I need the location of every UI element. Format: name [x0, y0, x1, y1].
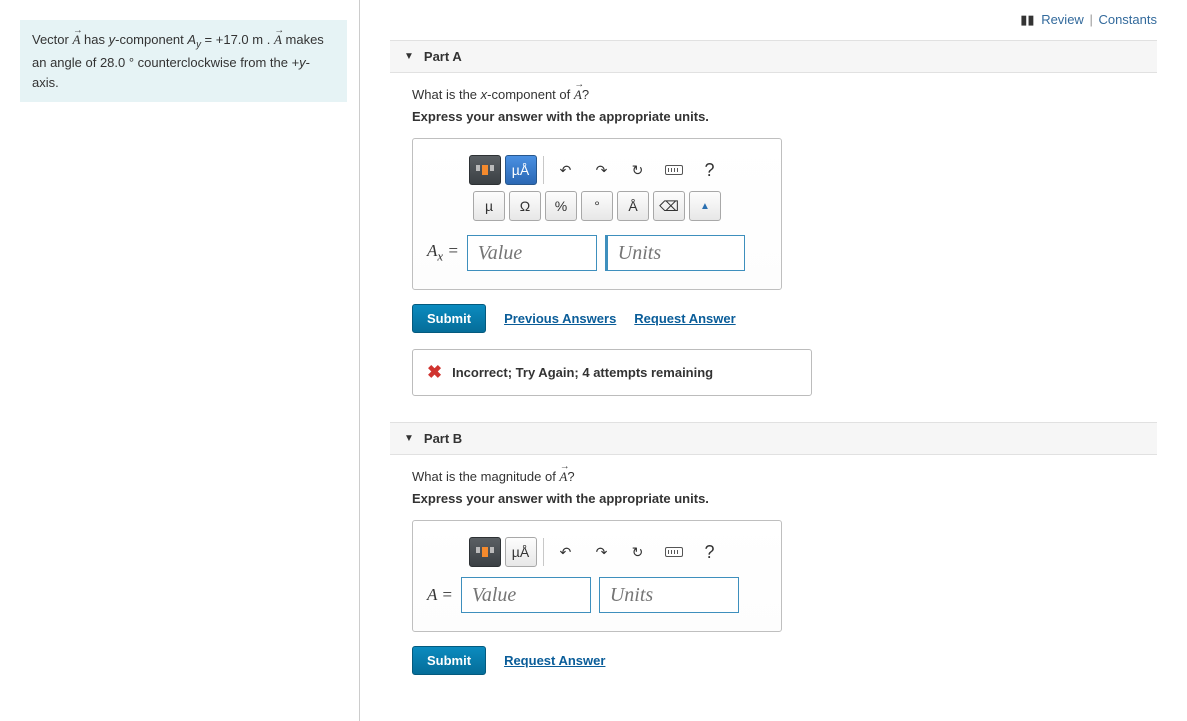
vector-A: A: [559, 469, 567, 484]
angstrom-button[interactable]: Å: [617, 191, 649, 221]
submit-button-a[interactable]: Submit: [412, 304, 486, 333]
Ay-symbol: Ay: [187, 32, 201, 47]
caret-down-icon: ▼: [404, 51, 414, 62]
part-a-title: Part A: [424, 49, 462, 64]
feedback-text: Incorrect; Try Again; 4 attempts remaini…: [452, 365, 713, 380]
templates-button[interactable]: [469, 537, 501, 567]
help-button[interactable]: ?: [694, 537, 726, 567]
degree-button[interactable]: °: [581, 191, 613, 221]
separator: |: [1089, 12, 1092, 27]
part-a-instruction: Express your answer with the appropriate…: [412, 109, 1135, 124]
omega-button[interactable]: Ω: [509, 191, 541, 221]
incorrect-icon: ✖: [427, 362, 442, 383]
separator: [543, 156, 544, 184]
top-links: ▮▮ Review | Constants: [390, 8, 1157, 40]
text: has: [80, 32, 108, 47]
keyboard-button[interactable]: [658, 537, 690, 567]
redo-button[interactable]: ↷: [586, 155, 618, 185]
keyboard-button[interactable]: [658, 155, 690, 185]
undo-button[interactable]: ↶: [550, 537, 582, 567]
text: the +: [270, 55, 299, 70]
vector-A: A: [274, 32, 282, 47]
part-b-instruction: Express your answer with the appropriate…: [412, 491, 1135, 506]
part-b-title: Part B: [424, 431, 462, 446]
answer-box-b: µÅ ↶ ↷ ↻ ? A =: [412, 520, 782, 632]
value-input-a[interactable]: [467, 235, 597, 271]
text: What is the magnitude of: [412, 469, 559, 484]
constants-link[interactable]: Constants: [1098, 12, 1157, 27]
mu-button[interactable]: µ: [473, 191, 505, 221]
request-answer-link-b[interactable]: Request Answer: [504, 653, 605, 668]
part-a-question: What is the x-component of A?: [412, 87, 1135, 103]
backspace-button[interactable]: ⌫: [653, 191, 685, 221]
text: What is the: [412, 87, 481, 102]
request-answer-link-a[interactable]: Request Answer: [634, 311, 735, 326]
book-icon: ▮▮: [1020, 12, 1034, 27]
text: -component of: [487, 87, 574, 102]
units-input-b[interactable]: [599, 577, 739, 613]
undo-button[interactable]: ↶: [550, 155, 582, 185]
templates-button[interactable]: [469, 155, 501, 185]
vector-A: A: [574, 87, 582, 102]
review-link[interactable]: Review: [1041, 12, 1084, 27]
separator: [543, 538, 544, 566]
text: component: [119, 32, 187, 47]
part-b-header[interactable]: ▼ Part B: [390, 422, 1157, 455]
problem-statement: Vector A has y-component Ay = +17.0 m . …: [20, 20, 347, 102]
answer-box-a: µÅ ↶ ↷ ↻ ? µ Ω % ° Å ⌫ ▲: [412, 138, 782, 290]
keyboard-icon: [665, 165, 683, 175]
vector-A: A: [72, 32, 80, 47]
redo-button[interactable]: ↷: [586, 537, 618, 567]
units-input-a[interactable]: [605, 235, 745, 271]
text: Vector: [32, 32, 72, 47]
help-button[interactable]: ?: [694, 155, 726, 185]
units-button[interactable]: µÅ: [505, 155, 537, 185]
variable-label-ax: Ax =: [427, 241, 459, 264]
units-button[interactable]: µÅ: [505, 537, 537, 567]
part-a-header[interactable]: ▼ Part A: [390, 40, 1157, 73]
value-input-b[interactable]: [461, 577, 591, 613]
reset-button[interactable]: ↻: [622, 155, 654, 185]
reset-button[interactable]: ↻: [622, 537, 654, 567]
submit-button-b[interactable]: Submit: [412, 646, 486, 675]
feedback-box: ✖ Incorrect; Try Again; 4 attempts remai…: [412, 349, 812, 396]
previous-answers-link[interactable]: Previous Answers: [504, 311, 616, 326]
text: = +17.0 m .: [201, 32, 274, 47]
keyboard-shift-button[interactable]: ▲: [689, 191, 721, 221]
keyboard-icon: [665, 547, 683, 557]
variable-label-a: A =: [427, 585, 453, 605]
caret-down-icon: ▼: [404, 433, 414, 444]
percent-button[interactable]: %: [545, 191, 577, 221]
part-b-question: What is the magnitude of A?: [412, 469, 1135, 485]
